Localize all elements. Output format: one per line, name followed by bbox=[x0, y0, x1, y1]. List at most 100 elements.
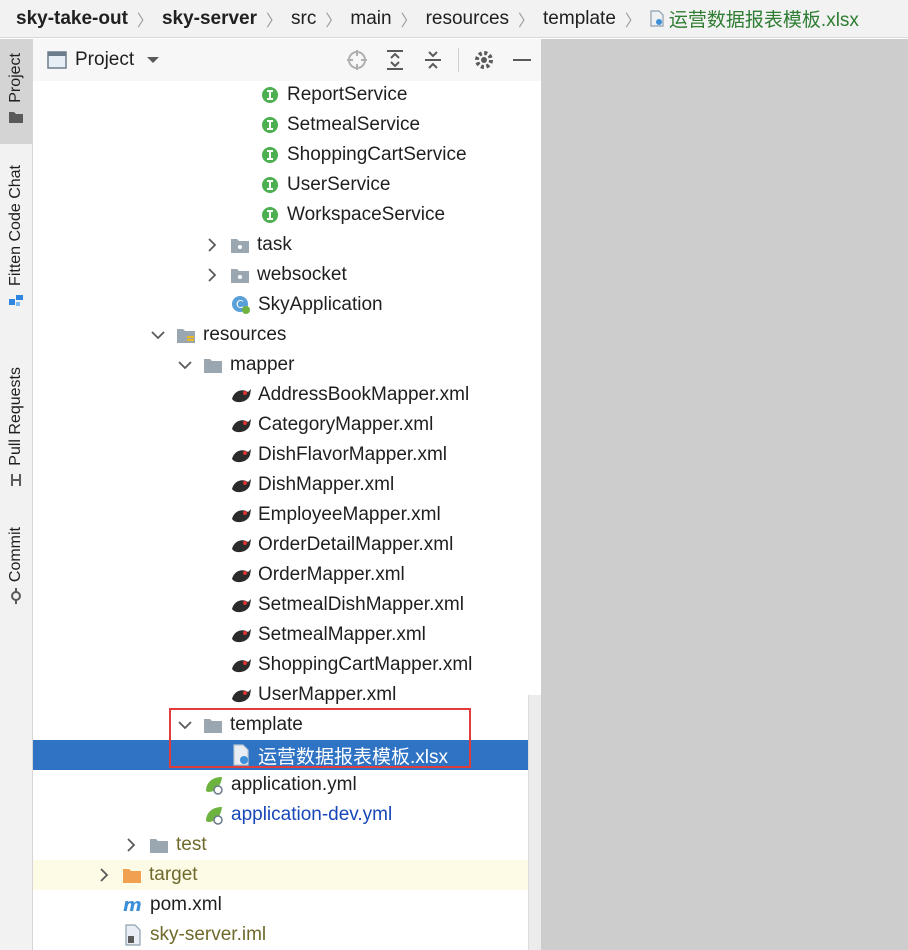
tree-item-label: CategoryMapper.xml bbox=[258, 414, 434, 435]
folder-icon bbox=[202, 714, 224, 736]
mybatis-bird-icon bbox=[230, 564, 252, 586]
tree-item-mapper-xml[interactable]: OrderDetailMapper.xml bbox=[33, 530, 541, 560]
project-tool-button[interactable]: Project bbox=[0, 39, 32, 144]
tree-item-shopping-cart-service[interactable]: ShoppingCartService bbox=[33, 140, 541, 170]
mybatis-bird-icon bbox=[230, 594, 252, 616]
commit-icon bbox=[11, 588, 21, 605]
chevron-down-icon[interactable] bbox=[149, 326, 167, 344]
module-file-icon bbox=[122, 924, 144, 946]
xlsx-file-icon bbox=[230, 744, 252, 766]
tree-item-label: target bbox=[149, 864, 198, 885]
breadcrumb-item-project[interactable]: sky-take-out bbox=[16, 8, 128, 30]
chevron-right-icon[interactable] bbox=[122, 836, 140, 854]
expand-all-icon[interactable] bbox=[382, 47, 408, 73]
chevron-down-icon[interactable] bbox=[146, 55, 160, 65]
tree-item-workspace-service[interactable]: WorkspaceService bbox=[33, 200, 541, 230]
tree-item-label: SkyApplication bbox=[258, 294, 383, 315]
tree-item-mapper-xml[interactable]: SetmealMapper.xml bbox=[33, 620, 541, 650]
interface-icon bbox=[259, 204, 281, 226]
interface-icon bbox=[259, 114, 281, 136]
pull-request-icon bbox=[11, 473, 21, 486]
breadcrumb-separator: 〉 bbox=[400, 12, 417, 30]
breadcrumb-separator: 〉 bbox=[624, 12, 641, 30]
breadcrumb-separator: 〉 bbox=[266, 12, 283, 30]
breadcrumb-separator: 〉 bbox=[518, 12, 535, 30]
tree-item-template[interactable]: template bbox=[33, 710, 541, 740]
mybatis-bird-icon bbox=[230, 384, 252, 406]
chevron-right-icon[interactable] bbox=[203, 236, 221, 254]
interface-icon bbox=[259, 144, 281, 166]
tree-item-label: SetmealService bbox=[287, 114, 421, 135]
tree-item-mapper-xml[interactable]: CategoryMapper.xml bbox=[33, 410, 541, 440]
folder-icon bbox=[202, 354, 224, 376]
tree-item-label: ShoppingCartService bbox=[287, 144, 467, 165]
project-tool-label: Project bbox=[7, 53, 24, 103]
tree-item-test[interactable]: test bbox=[33, 830, 541, 860]
breadcrumb-item-resources[interactable]: resources bbox=[426, 8, 509, 30]
mybatis-bird-icon bbox=[230, 654, 252, 676]
tree-item-mapper-xml[interactable]: DishFlavorMapper.xml bbox=[33, 440, 541, 470]
tree-item-mapper-xml[interactable]: OrderMapper.xml bbox=[33, 560, 541, 590]
breadcrumb: sky-take-out 〉 sky-server 〉 src 〉 main 〉… bbox=[0, 0, 908, 38]
tree-item-mapper-xml[interactable]: DishMapper.xml bbox=[33, 470, 541, 500]
tree-item-mapper-xml[interactable]: ShoppingCartMapper.xml bbox=[33, 650, 541, 680]
spring-config-icon bbox=[203, 804, 225, 826]
gear-icon[interactable] bbox=[471, 47, 497, 73]
project-panel-header: Project bbox=[33, 39, 541, 81]
commit-label: Commit bbox=[7, 527, 24, 583]
tree-item-application-yml[interactable]: application.yml bbox=[33, 770, 541, 800]
tree-item-sky-application[interactable]: C SkyApplication bbox=[33, 290, 541, 320]
chevron-down-icon[interactable] bbox=[176, 356, 194, 374]
fitten-logo-icon bbox=[9, 294, 23, 306]
minimize-icon[interactable] bbox=[509, 47, 535, 73]
tree-item-application-dev-yml[interactable]: application-dev.yml bbox=[33, 800, 541, 830]
tree-item-pom[interactable]: m pom.xml bbox=[33, 890, 541, 920]
tree-item-report-service[interactable]: ReportService bbox=[33, 80, 541, 110]
tree-item-setmeal-service[interactable]: SetmealService bbox=[33, 110, 541, 140]
tree-item-label: mapper bbox=[230, 354, 295, 375]
project-panel-title: Project bbox=[75, 49, 135, 70]
chevron-right-icon[interactable] bbox=[203, 266, 221, 284]
maven-icon: m bbox=[122, 894, 144, 916]
tree-item-resources[interactable]: resources bbox=[33, 320, 541, 350]
tree-item-label: test bbox=[176, 834, 207, 855]
tree-item-label: EmployeeMapper.xml bbox=[258, 504, 441, 525]
pull-requests-tool-button[interactable]: Pull Requests bbox=[0, 359, 32, 499]
tree-item-label: SetmealMapper.xml bbox=[258, 624, 426, 645]
tree-item-mapper[interactable]: mapper bbox=[33, 350, 541, 380]
collapse-all-icon[interactable] bbox=[420, 47, 446, 73]
tree-item-mapper-xml[interactable]: UserMapper.xml bbox=[33, 680, 541, 710]
tree-item-label: OrderMapper.xml bbox=[258, 564, 405, 585]
mybatis-bird-icon bbox=[230, 534, 252, 556]
chevron-down-icon[interactable] bbox=[176, 716, 194, 734]
tree-item-mapper-xml[interactable]: EmployeeMapper.xml bbox=[33, 500, 541, 530]
package-folder-icon bbox=[229, 264, 251, 286]
toolbar-divider bbox=[458, 48, 459, 72]
tree-scrollbar[interactable] bbox=[528, 695, 541, 950]
tree-item-iml[interactable]: sky-server.iml bbox=[33, 920, 541, 950]
tree-item-task[interactable]: task bbox=[33, 230, 541, 260]
breadcrumb-item-template[interactable]: template bbox=[543, 8, 616, 30]
package-folder-icon bbox=[229, 234, 251, 256]
tree-item-websocket[interactable]: websocket bbox=[33, 260, 541, 290]
chevron-right-icon[interactable] bbox=[95, 866, 113, 884]
tree-item-mapper-xml[interactable]: AddressBookMapper.xml bbox=[33, 380, 541, 410]
project-tree: ReportService SetmealService ShoppingCar… bbox=[33, 80, 541, 950]
breadcrumb-item-file[interactable]: 运营数据报表模板.xlsx bbox=[669, 5, 859, 32]
tree-item-label: ReportService bbox=[287, 84, 408, 105]
folder-icon bbox=[9, 111, 23, 123]
breadcrumb-separator: 〉 bbox=[325, 12, 342, 30]
fitten-code-chat-tool-button[interactable]: Fitten Code Chat bbox=[0, 157, 32, 337]
tree-item-label: websocket bbox=[257, 264, 347, 285]
panel-toolbar bbox=[332, 39, 535, 81]
locate-icon[interactable] bbox=[344, 47, 370, 73]
tree-item-mapper-xml[interactable]: SetmealDishMapper.xml bbox=[33, 590, 541, 620]
tree-item-template-xlsx[interactable]: 运营数据报表模板.xlsx bbox=[33, 740, 541, 770]
breadcrumb-item-src[interactable]: src bbox=[291, 8, 316, 30]
breadcrumb-item-module[interactable]: sky-server bbox=[162, 8, 257, 30]
tree-item-target[interactable]: target bbox=[33, 860, 541, 890]
commit-tool-button[interactable]: Commit bbox=[0, 519, 32, 619]
breadcrumb-item-main[interactable]: main bbox=[350, 8, 391, 30]
tree-item-user-service[interactable]: UserService bbox=[33, 170, 541, 200]
tree-item-label: 运营数据报表模板.xlsx bbox=[258, 746, 449, 768]
